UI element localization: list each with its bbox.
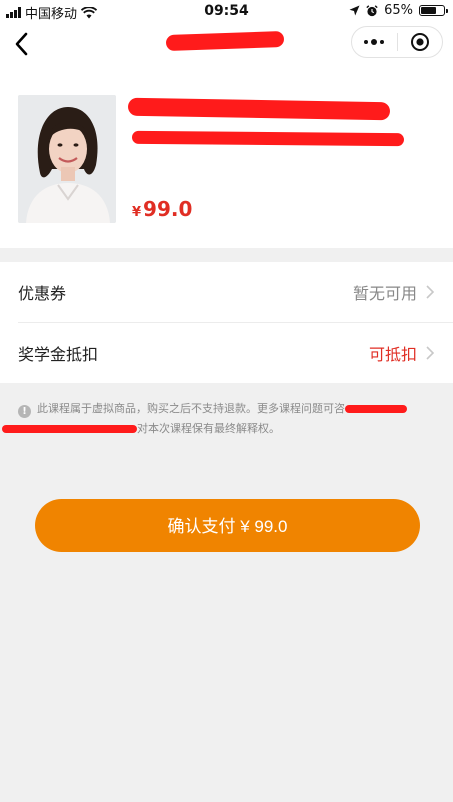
miniprogram-capsule <box>351 26 443 58</box>
product-subtitle <box>131 130 406 150</box>
alarm-icon <box>366 4 378 16</box>
currency-symbol: ¥ <box>132 205 142 220</box>
page-title <box>160 30 290 56</box>
chevron-right-icon <box>426 346 435 360</box>
close-miniprogram-button[interactable] <box>398 27 443 57</box>
scholarship-value: 可抵扣 <box>368 345 417 364</box>
status-right: 65% <box>349 3 448 18</box>
navigation-bar <box>0 22 453 66</box>
chevron-right-icon <box>426 285 435 299</box>
status-bar: 中国移动 09:54 65% <box>0 0 453 22</box>
product-card: ¥99.0 <box>0 66 453 248</box>
refund-notice: ! 此课程属于虚拟商品，购买之后不支持退款。更多课程问题可咨 对本次课程保有最终解… <box>2 399 438 439</box>
product-title <box>127 97 391 121</box>
coupon-label: 优惠券 <box>18 284 67 303</box>
price-value: 99.0 <box>143 197 193 221</box>
confirm-pay-button[interactable]: 确认支付 ¥ 99.0 <box>35 499 420 552</box>
product-price: ¥99.0 <box>132 197 192 221</box>
battery-icon <box>419 5 448 16</box>
redaction-mark <box>165 30 285 52</box>
battery-percent: 65% <box>384 3 413 18</box>
portrait-image <box>18 95 116 223</box>
scholarship-row[interactable]: 奖学金抵扣 可抵扣 <box>18 323 453 383</box>
coupon-value: 暂无可用 <box>352 284 417 303</box>
more-dots-icon <box>364 39 385 45</box>
back-button[interactable] <box>8 28 36 60</box>
redaction-mark <box>131 130 405 147</box>
location-arrow-icon <box>349 5 360 16</box>
redaction-mark <box>2 425 137 433</box>
notice-text-part2: 对本次课程保有最终解释权。 <box>137 422 280 435</box>
more-button[interactable] <box>352 27 397 57</box>
chevron-left-icon <box>15 32 28 56</box>
info-icon: ! <box>18 405 31 418</box>
redaction-mark <box>127 97 391 121</box>
target-circle-icon <box>410 33 429 51</box>
notice-text-part1: 此课程属于虚拟商品，购买之后不支持退款。更多课程问题可咨 <box>37 402 345 415</box>
options-list: 优惠券 暂无可用 奖学金抵扣 可抵扣 <box>0 262 453 383</box>
coupon-row[interactable]: 优惠券 暂无可用 <box>18 262 453 322</box>
scholarship-label: 奖学金抵扣 <box>18 345 99 364</box>
course-thumbnail <box>18 95 116 223</box>
redaction-mark <box>345 405 407 413</box>
